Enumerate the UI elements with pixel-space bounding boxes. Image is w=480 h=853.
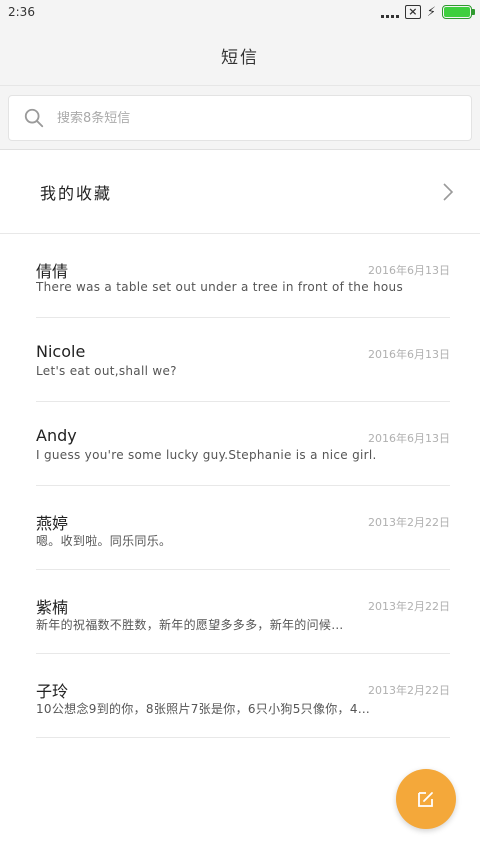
favorites-label: 我的收藏	[40, 183, 113, 203]
charging-icon: ⚡	[426, 4, 436, 20]
message-preview: 10公想念9到的你，8张照片7张是你，6只小狗5只像你，4…	[36, 702, 371, 716]
message-item[interactable]: Nicole 2016年6月13日 Let's eat out,shall we…	[36, 318, 450, 402]
message-date: 2016年6月13日	[368, 264, 450, 277]
message-preview: There was a table set out under a tree i…	[36, 280, 404, 294]
search-input[interactable]	[57, 110, 471, 126]
message-sender: Nicole	[36, 342, 86, 361]
message-sender: 紫楠	[36, 598, 69, 617]
status-time: 2:36	[8, 5, 35, 19]
message-date: 2016年6月13日	[368, 348, 450, 361]
message-sender: 倩倩	[36, 262, 69, 281]
message-date: 2016年6月13日	[368, 432, 450, 445]
battery-icon	[442, 5, 475, 19]
message-preview: 嗯。收到啦。同乐同乐。	[36, 534, 172, 548]
message-item[interactable]: 燕婷 2013年2月22日 嗯。收到啦。同乐同乐。	[36, 486, 450, 570]
message-sender: Andy	[36, 426, 77, 445]
message-list: 倩倩 2016年6月13日 There was a table set out …	[0, 234, 480, 738]
message-sender: 燕婷	[36, 514, 69, 533]
chevron-right-icon	[443, 182, 454, 201]
title-bar: 短信	[0, 26, 480, 86]
compose-icon	[418, 792, 433, 807]
message-date: 2013年2月22日	[368, 516, 450, 529]
search-box[interactable]	[8, 95, 472, 141]
message-preview: 新年的祝福数不胜数，新年的愿望多多多，新年的问候…	[36, 618, 344, 632]
message-item[interactable]: 倩倩 2016年6月13日 There was a table set out …	[36, 234, 450, 318]
message-date: 2013年2月22日	[368, 684, 450, 697]
message-item[interactable]: 紫楠 2013年2月22日 新年的祝福数不胜数，新年的愿望多多多，新年的问候…	[36, 570, 450, 654]
message-sender: 子玲	[36, 682, 69, 701]
favorites-row[interactable]: 我的收藏	[0, 150, 480, 234]
message-item[interactable]: Andy 2016年6月13日 I guess you're some luck…	[36, 402, 450, 486]
message-preview: Let's eat out,shall we?	[36, 364, 177, 378]
status-icons: × ⚡	[380, 4, 475, 20]
compose-button[interactable]	[396, 769, 456, 829]
search-icon	[24, 108, 44, 128]
search-area	[0, 86, 480, 150]
message-item[interactable]: 子玲 2013年2月22日 10公想念9到的你，8张照片7张是你，6只小狗5只像…	[36, 654, 450, 738]
status-bar: 2:36 × ⚡	[0, 0, 480, 26]
no-sim-icon: ×	[404, 5, 421, 19]
page-title: 短信	[221, 48, 259, 68]
signal-icon	[380, 6, 399, 18]
message-date: 2013年2月22日	[368, 600, 450, 613]
message-preview: I guess you're some lucky guy.Stephanie …	[36, 448, 377, 462]
